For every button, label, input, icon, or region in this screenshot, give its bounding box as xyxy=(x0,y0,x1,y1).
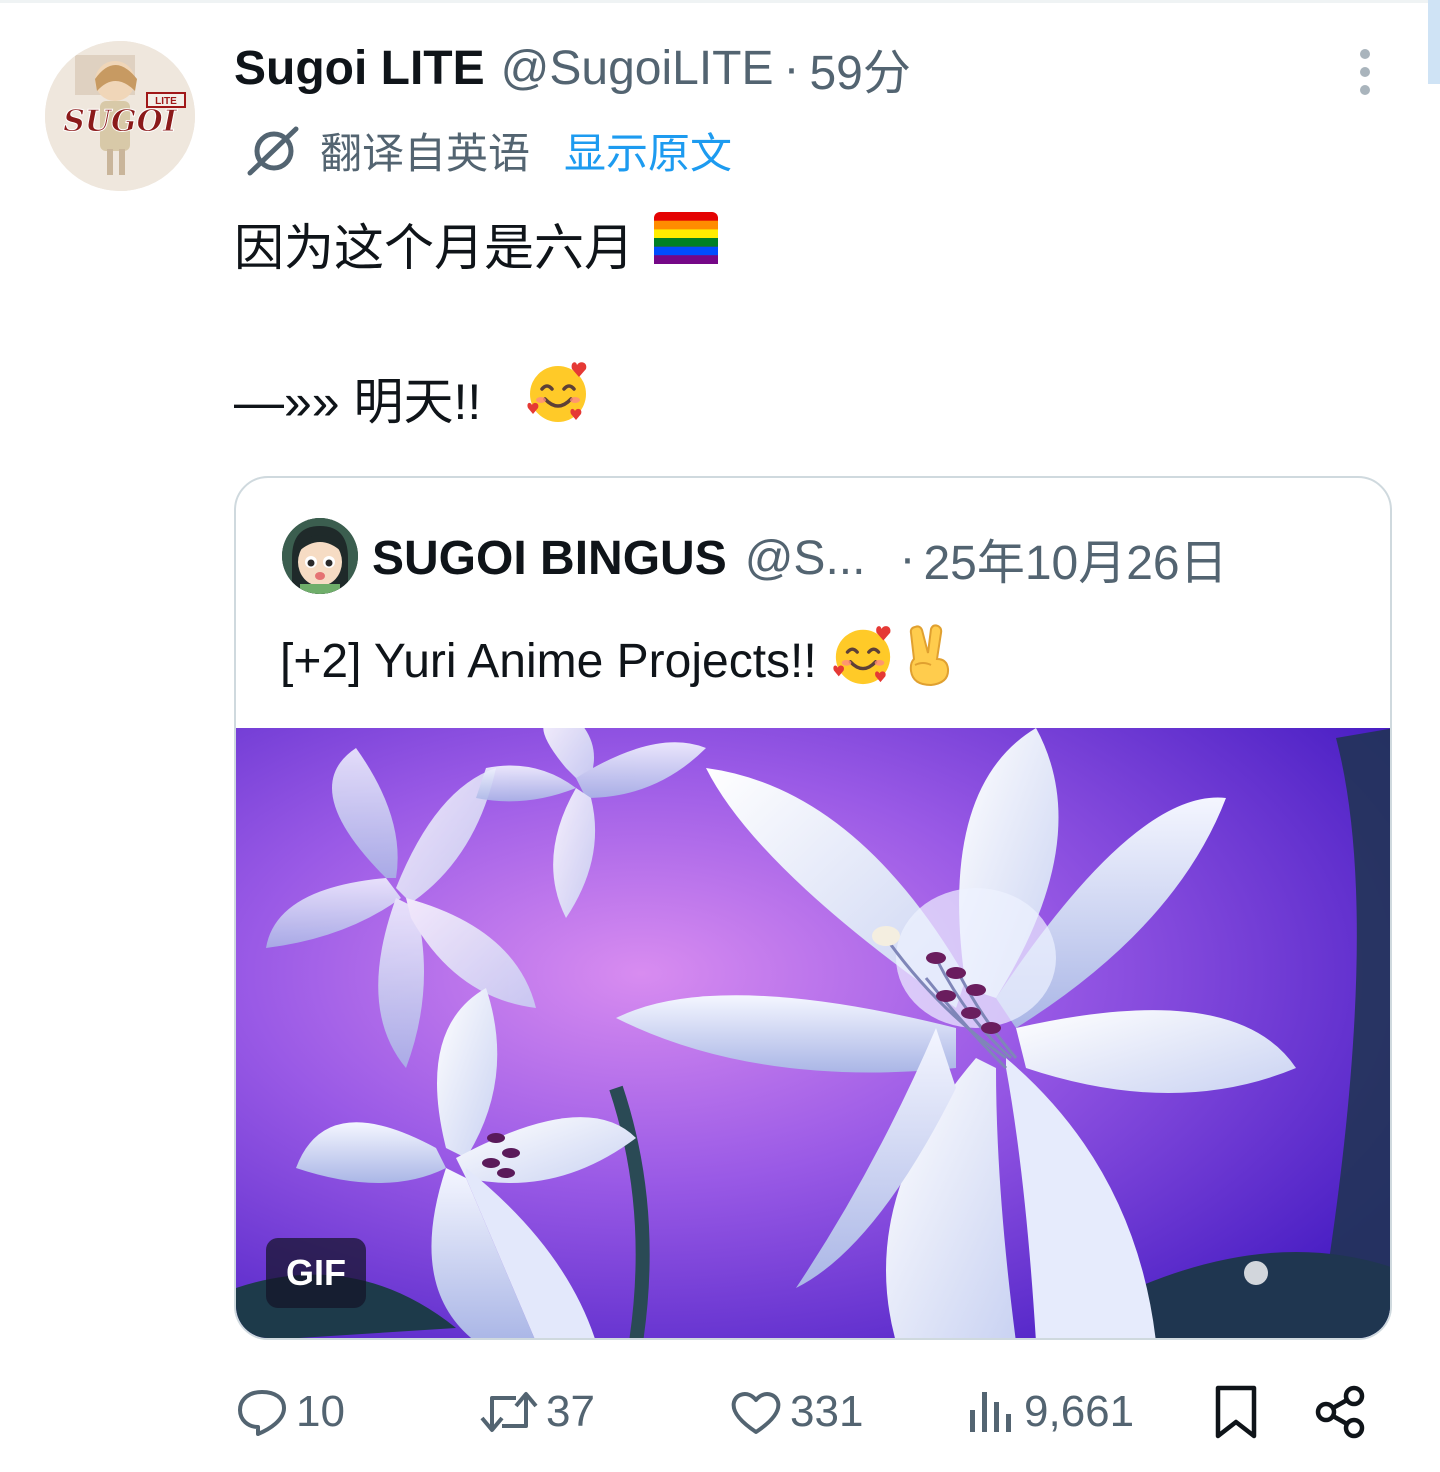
like-count: 331 xyxy=(790,1387,864,1436)
bookmark-button[interactable] xyxy=(1210,1374,1262,1450)
quoted-post-date[interactable]: 25年10月26日 xyxy=(923,523,1227,593)
top-divider xyxy=(0,0,1440,3)
share-icon xyxy=(1315,1385,1365,1439)
quoted-author-handle[interactable]: @S... xyxy=(745,531,866,586)
author-handle[interactable]: @SugoiLITE xyxy=(501,41,774,96)
avatar-logo-text: SUGOI xyxy=(63,104,178,139)
share-button[interactable] xyxy=(1312,1374,1368,1450)
heart-icon xyxy=(731,1392,781,1434)
author-avatar[interactable]: LITE SUGOI xyxy=(45,41,195,191)
more-vertical-icon xyxy=(1360,49,1370,95)
tweet-text-line-1: 因为这个月是六月 xyxy=(234,210,718,278)
post-time[interactable]: 59分 xyxy=(809,33,910,103)
more-options-button[interactable] xyxy=(1340,44,1390,100)
show-original-link[interactable]: 显示原文 xyxy=(564,120,732,181)
tweet-action-bar: 10 37 331 9,661 xyxy=(0,1374,1440,1450)
reply-button[interactable]: 10 xyxy=(234,1374,345,1450)
tweet-text: 因为这个月是六月 xyxy=(234,220,634,276)
retweet-count: 37 xyxy=(546,1387,595,1436)
reply-icon xyxy=(238,1390,286,1436)
scrollbar[interactable] xyxy=(1428,0,1440,84)
rainbow-flag-icon xyxy=(654,212,718,276)
quoted-author-display-name[interactable]: SUGOI BINGUS xyxy=(372,531,727,586)
smiling-face-with-hearts-icon xyxy=(525,359,591,437)
retweet-icon xyxy=(480,1392,538,1432)
victory-hand-icon xyxy=(901,623,957,699)
quoted-tweet-header: SUGOI BINGUS @S... · 25年10月26日 xyxy=(372,523,1228,593)
quoted-tweet-card[interactable]: SUGOI BINGUS @S... · 25年10月26日 [+2] Yuri… xyxy=(234,476,1392,1340)
views-button[interactable]: 9,661 xyxy=(966,1374,1134,1450)
views-chart-icon xyxy=(970,1392,1011,1432)
separator-dot: · xyxy=(783,41,800,95)
view-count: 9,661 xyxy=(1024,1387,1135,1436)
smiling-face-with-hearts-icon xyxy=(831,623,895,699)
quoted-tweet-text: [+2] Yuri Anime Projects!! xyxy=(280,634,817,688)
tweet-text-line-2: —»» 明天!! xyxy=(234,362,591,432)
author-display-name[interactable]: Sugoi LITE xyxy=(234,41,485,96)
lily-flowers-image xyxy=(236,716,1390,1338)
quoted-tweet-text-row: [+2] Yuri Anime Projects!! xyxy=(280,623,957,699)
translated-from-label: 翻译自英语 xyxy=(320,129,531,177)
reply-count: 10 xyxy=(296,1387,345,1436)
translate-icon xyxy=(247,126,299,176)
quoted-author-avatar[interactable] xyxy=(282,518,358,594)
bookmark-icon xyxy=(1215,1385,1257,1439)
separator-dot: · xyxy=(899,531,916,585)
tweet-text: —»» 明天!! xyxy=(234,374,482,430)
tweet-header: Sugoi LITE @SugoiLITE · 59分 xyxy=(234,33,911,103)
like-button[interactable]: 331 xyxy=(728,1374,863,1450)
retweet-button[interactable]: 37 xyxy=(478,1374,595,1450)
quoted-media-gif[interactable]: GIF xyxy=(236,716,1390,1338)
translation-row: 翻译自英语 显示原文 xyxy=(246,120,732,180)
gif-badge: GIF xyxy=(266,1238,366,1308)
